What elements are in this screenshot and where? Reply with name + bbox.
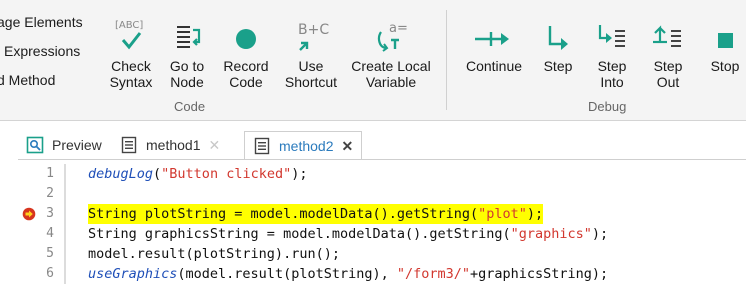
stop-button[interactable]: Stop — [704, 0, 746, 98]
tab-method1[interactable]: method1 ✕ — [112, 131, 228, 159]
line-number: 2 — [46, 186, 54, 201]
line-number: 1 — [46, 166, 54, 181]
code-token: ); — [291, 166, 308, 182]
create-local-variable-button[interactable]: a= Create Local Variable — [344, 0, 438, 98]
code-token: +graphicsString); — [470, 266, 609, 282]
step-out-button[interactable]: Step Out — [646, 0, 690, 98]
code-token: ( — [153, 166, 162, 182]
stop-label: Stop — [710, 58, 740, 74]
code-token: "Button clicked" — [161, 166, 292, 182]
group-separator — [446, 10, 447, 110]
shortcut-icon: B+C — [298, 22, 329, 51]
step-button[interactable]: Step — [538, 0, 578, 98]
tab-method1-label: method1 — [146, 137, 201, 153]
code-token: ); — [526, 206, 544, 222]
method-icon — [121, 136, 137, 154]
line-number: 5 — [46, 246, 54, 261]
stop-icon — [718, 33, 733, 48]
step-into-label: Step Into — [597, 58, 627, 90]
code-token: "plot" — [478, 206, 527, 222]
check-syntax-icon: [ABC] — [115, 20, 143, 50]
check-syntax-button[interactable]: [ABC] Check Syntax — [104, 0, 158, 98]
create-local-variable-label: Create Local Variable — [351, 58, 431, 90]
close-icon[interactable]: ✕ — [341, 138, 353, 155]
check-syntax-label: Check Syntax — [109, 58, 153, 90]
go-to-node-icon — [177, 26, 201, 48]
code-text: useGraphics(model.result(plotString), "/… — [88, 264, 608, 284]
step-out-icon — [653, 25, 681, 47]
close-icon[interactable]: ✕ — [208, 137, 220, 154]
ribbon: age Elements l Expressions d Method [ABC… — [0, 0, 746, 121]
code-token: model.result(plotString).run(); — [88, 246, 340, 262]
code-text: debugLog("Button clicked"); — [88, 164, 307, 184]
code-line[interactable]: 5 model.result(plotString).run(); — [0, 244, 746, 264]
record-code-label: Record Code — [223, 58, 269, 90]
cutoff-item-elements[interactable]: age Elements — [0, 10, 104, 39]
code-line[interactable]: 2 — [0, 184, 746, 204]
step-into-icon — [598, 25, 625, 47]
record-icon — [236, 29, 256, 49]
step-icon — [548, 26, 568, 50]
svg-text:a=: a= — [389, 21, 408, 36]
tab-preview-label: Preview — [52, 137, 102, 153]
line-number: 3 — [46, 206, 54, 221]
code-token: "graphics" — [510, 226, 592, 242]
code-token: debugLog — [88, 166, 154, 182]
step-out-label: Step Out — [653, 58, 683, 90]
code-token: ); — [591, 226, 609, 242]
code-text: model.result(plotString).run(); — [88, 244, 340, 264]
editor-tab-bar: Preview method1 ✕ method2 ✕ — [0, 121, 746, 160]
step-into-button[interactable]: Step Into — [590, 0, 634, 98]
svg-text:B+C: B+C — [298, 22, 329, 38]
preview-icon — [26, 136, 44, 154]
cutoff-item-expressions[interactable]: l Expressions — [0, 39, 104, 68]
group-label-code: Code — [174, 99, 206, 114]
local-variable-icon: a= — [377, 21, 408, 52]
code-line[interactable]: 4 String graphicsString = model.modelData… — [0, 224, 746, 244]
code-token: "/form3/" — [396, 266, 471, 282]
step-label: Step — [543, 58, 573, 74]
line-number: 6 — [46, 266, 54, 281]
group-label-debug: Debug — [588, 99, 627, 114]
use-shortcut-button[interactable]: B+C Use Shortcut — [278, 0, 344, 98]
go-to-node-label: Go to Node — [169, 58, 205, 90]
code-text: String graphicsString = model.modelData(… — [88, 224, 608, 244]
cutoff-menu-list: age Elements l Expressions d Method — [0, 10, 104, 97]
continue-button[interactable]: Continue — [458, 0, 530, 98]
line-number: 4 — [46, 226, 54, 241]
svg-text:[ABC]: [ABC] — [115, 20, 143, 31]
code-line[interactable]: 1 debugLog("Button clicked"); — [0, 164, 746, 184]
tab-preview[interactable]: Preview — [18, 131, 110, 159]
code-token: String plotString = model.modelData().ge… — [88, 206, 479, 222]
code-token: String graphicsString = model.modelData(… — [88, 226, 511, 242]
method-icon — [254, 137, 270, 155]
code-token: useGraphics — [88, 266, 178, 282]
code-line[interactable]: 3 String plotString = model.modelData().g… — [0, 204, 746, 224]
use-shortcut-label: Use Shortcut — [284, 58, 338, 90]
code-line[interactable]: 6 useGraphics(model.result(plotString), "… — [0, 264, 746, 284]
code-token: (model.result(plotString), — [177, 266, 397, 282]
tab-method2-label: method2 — [279, 138, 334, 154]
record-code-button[interactable]: Record Code — [218, 0, 274, 98]
code-text: String plotString = model.modelData().ge… — [88, 204, 544, 224]
tab-method2[interactable]: method2 ✕ — [244, 131, 363, 160]
continue-icon — [475, 32, 509, 46]
breakpoint-icon[interactable] — [22, 207, 36, 221]
go-to-node-button[interactable]: Go to Node — [164, 0, 210, 98]
cutoff-item-method[interactable]: d Method — [0, 68, 104, 97]
continue-label: Continue — [465, 58, 523, 74]
